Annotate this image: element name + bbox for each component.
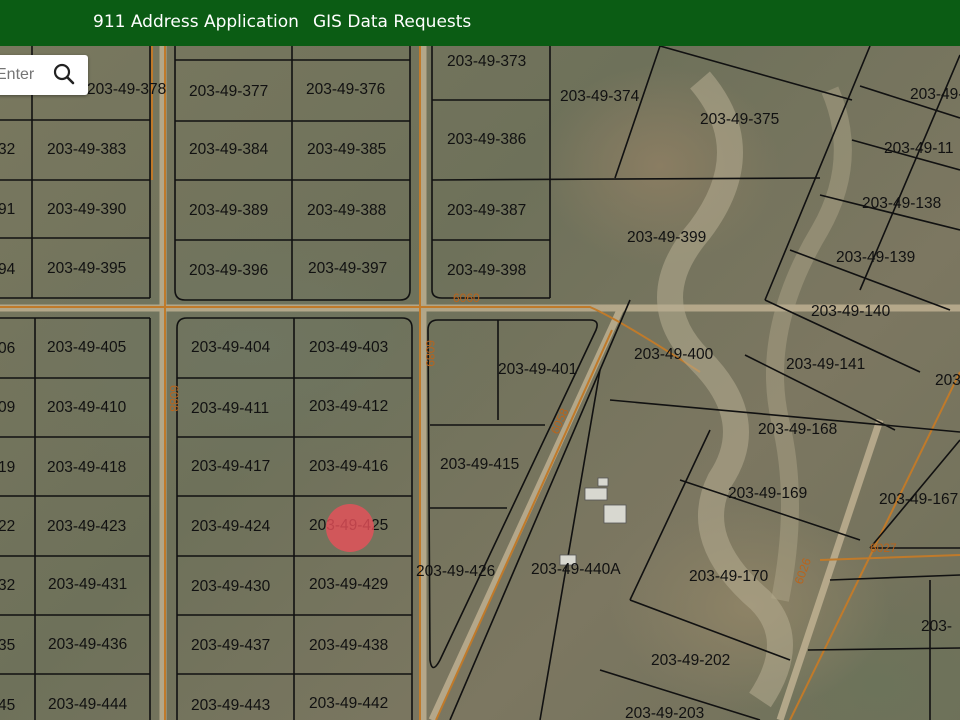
parcel-label: 35 (0, 637, 15, 654)
road-label: 6089 (423, 340, 437, 367)
parcel-label: 203-49-442 (309, 695, 388, 712)
parcel-label: 203-49-431 (48, 576, 127, 593)
top-navigation-bar: 911 Address Application GIS Data Request… (0, 0, 960, 46)
parcel-label: 203-49-203 (625, 705, 704, 720)
parcel-label: 203-49-202 (651, 652, 730, 669)
parcel-label: 203-49-396 (189, 262, 268, 279)
parcel-label: 203-49-139 (836, 249, 915, 266)
parcel-label: 22 (0, 518, 15, 535)
parcel-label: 203-49-397 (308, 260, 387, 277)
nav-gis-data-requests[interactable]: GIS Data Requests (313, 12, 471, 32)
parcel-label: 203-49-423 (47, 518, 126, 535)
parcel-label: 203-49-399 (627, 229, 706, 246)
search-widget (0, 55, 88, 95)
parcel-label: 203-49-138 (862, 195, 941, 212)
parcel-label: 203-49-429 (309, 576, 388, 593)
parcel-label: 203-49-373 (447, 53, 526, 70)
parcel-label: 203-49-378 (87, 81, 166, 98)
parcel-label: 45 (0, 697, 15, 714)
parcel-label: 203- (921, 618, 952, 635)
parcel-label: 203-49-398 (447, 262, 526, 279)
parcel-label: 203-49-440A (531, 561, 621, 578)
parcel-label: 203-49-383 (47, 141, 126, 158)
parcel-label: 203-49-376 (306, 81, 385, 98)
search-icon (53, 63, 75, 85)
map-layer: 203-49-378 203-49-377 203-49-376 203-49-… (0, 46, 960, 720)
parcel-label: 32 (0, 141, 15, 158)
parcel-label: 203-49-169 (728, 485, 807, 502)
parcel-label: 203-49-411 (191, 400, 269, 417)
parcel-label: 203-49-436 (48, 636, 127, 653)
parcel-label: 203-49-415 (440, 456, 519, 473)
parcel-label: 06 (0, 340, 15, 357)
parcel-label: 203-49-384 (189, 141, 269, 158)
parcel-label: 203-49-416 (309, 458, 388, 475)
search-button[interactable] (50, 61, 80, 89)
road-label: 6088 (167, 385, 181, 412)
parcel-label: 203-49-410 (47, 399, 127, 416)
parcel-label: 203-49-377 (189, 83, 268, 100)
parcel-label: 203-49-141 (786, 356, 865, 373)
parcel-label: 203-49-426 (416, 563, 495, 580)
parcel-label: 09 (0, 399, 15, 416)
parcel-label: 203-49-430 (191, 578, 271, 595)
nav-911-address-application[interactable]: 911 Address Application (93, 12, 299, 32)
parcel-label: 32 (0, 577, 15, 594)
parcel-label: 203-49-388 (307, 202, 386, 219)
parcel-label: 203-49-374 (560, 88, 640, 105)
parcel-label: 203-49-395 (47, 260, 126, 277)
location-marker[interactable] (326, 504, 374, 552)
road-label: 6027 (870, 541, 897, 555)
parcel-label: 203-49-412 (309, 398, 388, 415)
parcel-label: 19 (0, 459, 15, 476)
parcel-label: 203-49-140 (811, 303, 891, 320)
parcel-label: 203-49-404 (191, 339, 271, 356)
dry-wash (657, 71, 793, 708)
parcel-label: 203-49-375 (700, 111, 779, 128)
parcel-label: 203-49-170 (689, 568, 769, 585)
address-search-input[interactable] (0, 55, 48, 95)
parcel-label: 203-49-389 (189, 202, 268, 219)
parcel-label: 203-49-443 (191, 697, 270, 714)
parcel-label: 203-49-385 (307, 141, 386, 158)
parcel-label: 203-49-403 (309, 339, 388, 356)
road-label: 6060 (453, 291, 480, 305)
parcel-label: 203-49-401 (498, 361, 577, 378)
parcel-label: 203-49-11 (884, 140, 954, 157)
parcel-label: 203 (935, 372, 960, 389)
parcel-label: 203-49-386 (447, 131, 526, 148)
buildings (559, 477, 627, 566)
parcel-label: 203-49-400 (634, 346, 714, 363)
parcel-label: 203-49-444 (48, 696, 128, 713)
parcel-label: 203-49-417 (191, 458, 270, 475)
parcel-label: 203-49-438 (309, 637, 388, 654)
parcel-label: 203-49- (910, 86, 960, 103)
parcel-label: 203-49-424 (191, 518, 271, 535)
parcel-label: 203-49-418 (47, 459, 126, 476)
parcel-label: 203-49-405 (47, 339, 126, 356)
parcel-label: 203-49-168 (758, 421, 837, 438)
parcel-label: 203-49-167 (879, 491, 958, 508)
parcel-map[interactable]: 203-49-378 203-49-377 203-49-376 203-49-… (0, 46, 960, 720)
parcel-label: 94 (0, 261, 16, 278)
parcel-label: 203-49-437 (191, 637, 270, 654)
parcel-label: 91 (0, 201, 15, 218)
parcel-label: 203-49-390 (47, 201, 127, 218)
parcel-label: 203-49-387 (447, 202, 526, 219)
